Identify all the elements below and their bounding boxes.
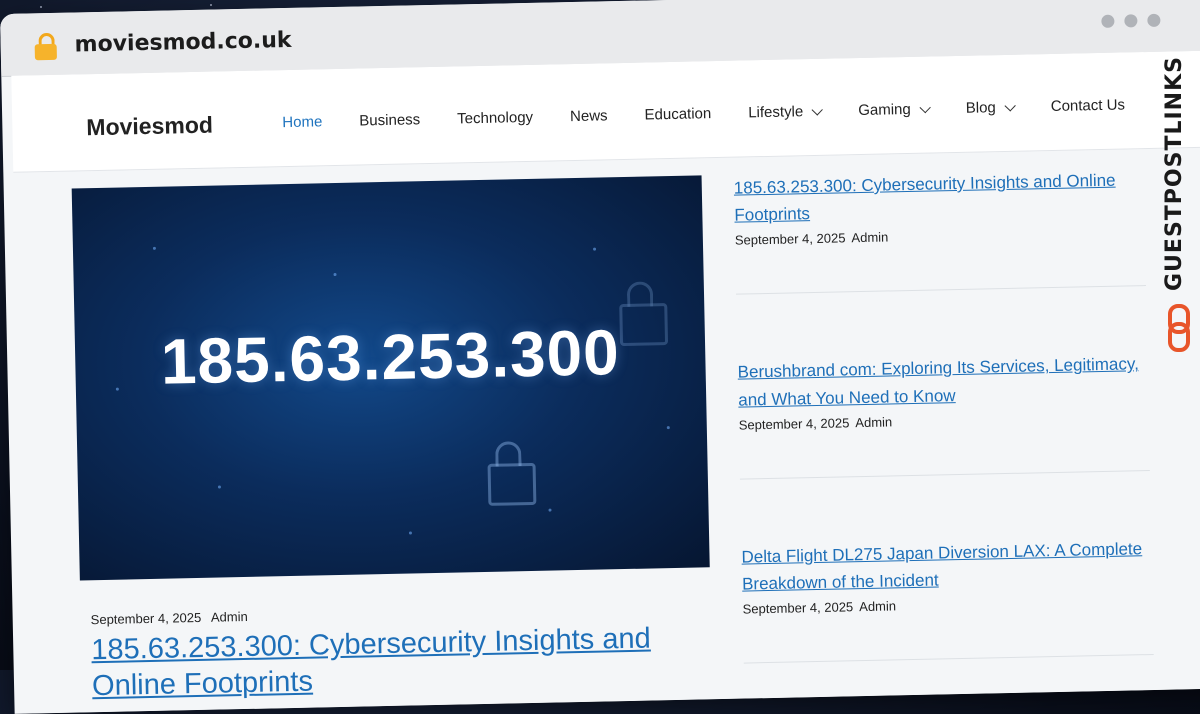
url-text[interactable]: moviesmod.co.uk — [74, 28, 291, 58]
featured-meta: September 4, 2025 Admin — [91, 609, 248, 627]
nav-item-home[interactable]: Home — [282, 113, 322, 131]
nav-item-lifestyle[interactable]: Lifestyle — [748, 103, 823, 121]
featured-image[interactable]: 185.63.253.300 — [71, 175, 710, 581]
chevron-down-icon — [919, 101, 931, 113]
lock-icon — [34, 32, 57, 61]
nav-item-gaming[interactable]: Gaming — [858, 101, 931, 119]
site-logo[interactable]: Moviesmod — [86, 112, 213, 142]
window-controls — [1101, 13, 1161, 28]
nav-item-news[interactable]: News — [570, 107, 608, 125]
post-author[interactable]: Admin — [211, 609, 248, 625]
nav-item-technology[interactable]: Technology — [457, 109, 533, 128]
main-nav: Home Business Technology News Education … — [282, 96, 1125, 131]
window-dot-icon[interactable] — [1101, 14, 1115, 28]
post-date: September 4, 2025 — [734, 230, 846, 249]
watermark-text: GUESTPOSTLINKS — [1162, 56, 1187, 291]
chevron-down-icon — [1004, 99, 1016, 112]
window-dot-icon[interactable] — [1147, 13, 1161, 27]
post-date: September 4, 2025 — [742, 599, 854, 617]
nav-item-business[interactable]: Business — [359, 111, 420, 129]
featured-title-link[interactable]: 185.63.253.300: Cybersecurity Insights a… — [91, 619, 732, 705]
main-content: 185.63.253.300 September 4, 2025 Admin 1… — [13, 148, 1200, 714]
post-date: September 4, 2025 — [738, 415, 850, 433]
post-author[interactable]: Admin — [859, 598, 896, 614]
padlock-icon — [487, 441, 537, 506]
post-date: September 4, 2025 — [90, 609, 202, 628]
featured-image-text: 185.63.253.300 — [160, 316, 621, 398]
browser-window: moviesmod.co.uk Moviesmod Home Business … — [0, 0, 1200, 714]
post-title-link[interactable]: 185.63.253.300: Cybersecurity Insights a… — [734, 166, 1145, 229]
nav-item-blog[interactable]: Blog — [966, 99, 1016, 117]
list-item: Delta Flight DL275 Japan Diversion LAX: … — [741, 534, 1154, 664]
sidebar-post-list: 185.63.253.300: Cybersecurity Insights a… — [733, 166, 1155, 714]
nav-item-contact[interactable]: Contact Us — [1051, 96, 1126, 115]
list-item: Berushbrand com: Exploring Its Services,… — [737, 350, 1150, 480]
chain-link-icon — [1166, 304, 1190, 352]
nav-item-education[interactable]: Education — [644, 105, 711, 123]
chevron-down-icon — [811, 103, 823, 116]
post-title-link[interactable]: Berushbrand com: Exploring Its Services,… — [737, 350, 1148, 413]
list-item: 185.63.253.300: Cybersecurity Insights a… — [733, 166, 1146, 296]
window-dot-icon[interactable] — [1124, 14, 1138, 28]
post-author[interactable]: Admin — [855, 414, 892, 430]
post-author[interactable]: Admin — [851, 230, 888, 246]
watermark: GUESTPOSTLINKS — [1160, 56, 1196, 356]
post-title-link[interactable]: Delta Flight DL275 Japan Diversion LAX: … — [741, 535, 1152, 598]
